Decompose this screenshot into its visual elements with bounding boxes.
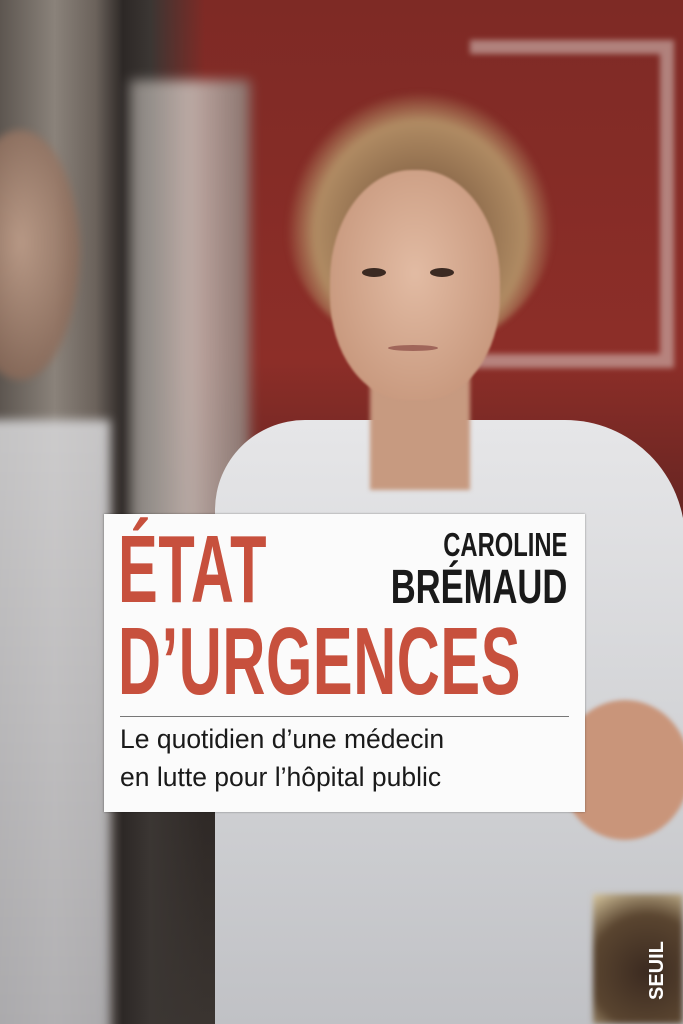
- subtitle-line-2: en lutte pour l’hôpital public: [120, 762, 442, 792]
- publisher-logo: SEUIL: [646, 941, 668, 1000]
- eye: [362, 268, 386, 277]
- author-last-name: BRÉMAUD: [390, 561, 567, 614]
- doctor-face: [330, 170, 500, 400]
- reflection-body: [0, 420, 110, 1024]
- title-line-2: D’URGENCES: [118, 608, 522, 715]
- divider: [120, 716, 569, 717]
- title-card: ÉTAT D’URGENCES CAROLINE BRÉMAUD Le quot…: [104, 514, 585, 812]
- background-object: [593, 894, 683, 1024]
- title-line-1: ÉTAT: [118, 516, 268, 623]
- cover-photo: [0, 0, 683, 1024]
- mouth: [388, 345, 438, 351]
- subtitle-line-1: Le quotidien d’une médecin: [120, 724, 445, 754]
- author-first-name: CAROLINE: [442, 526, 567, 563]
- reflection-face: [0, 130, 80, 380]
- eye: [430, 268, 454, 277]
